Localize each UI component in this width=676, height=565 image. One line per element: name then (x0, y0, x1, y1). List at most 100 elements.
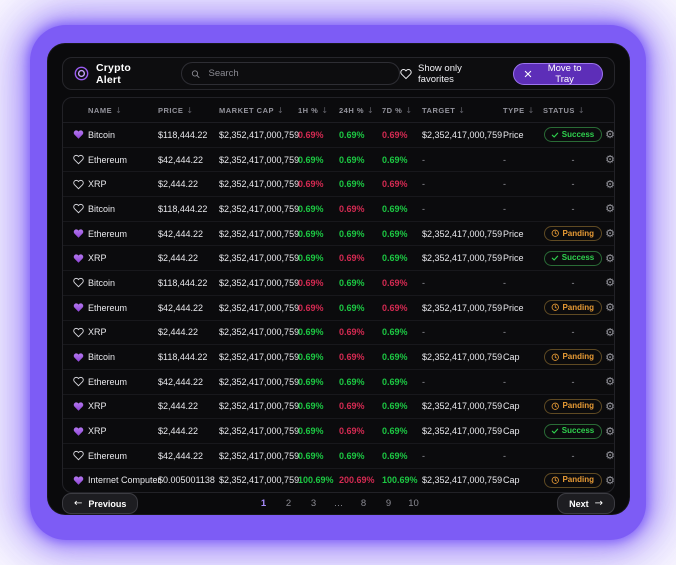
column-label: 7D % (382, 106, 402, 115)
search-bar[interactable] (181, 62, 401, 85)
table-row: Bitcoin $118,444.22 $2,352,417,000,759 0… (63, 271, 614, 296)
row-settings-gear-icon[interactable]: ⚙ (605, 450, 615, 461)
favorite-heart-icon[interactable] (68, 475, 88, 486)
column-header-price[interactable]: PRICE↓ (158, 106, 219, 115)
sort-down-icon: ↓ (115, 106, 122, 115)
previous-page-button[interactable]: ← Previous (62, 493, 138, 514)
favorite-heart-icon[interactable] (68, 129, 88, 140)
heart-filled-icon (73, 253, 84, 264)
row-settings-gear-icon[interactable]: ⚙ (605, 277, 615, 288)
table-row: Ethereum $42,444.22 $2,352,417,000,759 0… (63, 296, 614, 321)
alert-type: - (503, 451, 543, 461)
page-number-9[interactable]: 9 (376, 498, 401, 509)
favorite-heart-icon[interactable] (68, 376, 88, 387)
target-value: $2,352,417,000,759 (422, 130, 503, 140)
table-row: Bitcoin $118,444.22 $2,352,417,000,759 0… (63, 123, 614, 148)
favorite-heart-icon[interactable] (68, 426, 88, 437)
column-header-1h-[interactable]: 1H %↓ (298, 106, 339, 115)
target-value: $2,352,417,000,759 (422, 475, 503, 485)
table-row: Bitcoin $118,444.22 $2,352,417,000,759 0… (63, 197, 614, 222)
favorite-heart-icon[interactable] (68, 352, 88, 363)
target-value: - (422, 204, 503, 214)
change-7d: 0.69% (382, 426, 422, 436)
status-cell: Panding (543, 399, 603, 415)
move-to-tray-button[interactable]: Move to Tray (513, 63, 603, 85)
favorite-heart-icon[interactable] (68, 327, 88, 338)
row-settings-gear-icon[interactable]: ⚙ (605, 129, 615, 140)
alert-type: Cap (503, 426, 543, 436)
row-settings-gear-icon[interactable]: ⚙ (605, 253, 615, 264)
page-number-8[interactable]: 8 (351, 498, 376, 509)
row-settings-gear-icon[interactable]: ⚙ (605, 203, 615, 214)
sort-down-icon: ↓ (528, 106, 535, 115)
row-settings-gear-icon[interactable]: ⚙ (605, 376, 615, 387)
change-24h: 0.69% (339, 204, 382, 214)
page-number-10[interactable]: 10 (401, 498, 426, 509)
row-settings-gear-icon[interactable]: ⚙ (605, 475, 615, 486)
favorite-heart-icon[interactable] (68, 203, 88, 214)
status-label: Success (562, 254, 594, 262)
change-1h: 0.69% (298, 451, 339, 461)
row-settings-gear-icon[interactable]: ⚙ (605, 352, 615, 363)
change-1h: 0.69% (298, 401, 339, 411)
column-header-market-cap[interactable]: MARKET CAP↓ (219, 106, 298, 115)
change-24h: 0.69% (339, 303, 382, 313)
row-settings-gear-icon[interactable]: ⚙ (605, 228, 615, 239)
row-settings-gear-icon[interactable]: ⚙ (605, 327, 615, 338)
coin-price: $42,444.22 (158, 451, 219, 461)
change-7d: 0.69% (382, 303, 422, 313)
search-icon (191, 69, 200, 79)
change-7d: 0.69% (382, 253, 422, 263)
change-7d: 0.69% (382, 401, 422, 411)
arrow-left-icon: ← (74, 498, 82, 509)
page-number-1[interactable]: 1 (251, 498, 276, 509)
change-1h: 0.69% (298, 204, 339, 214)
column-header-status[interactable]: STATUS↓ (543, 106, 603, 115)
market-cap-value: $2,352,417,000,759 (219, 155, 298, 165)
favorite-heart-icon[interactable] (68, 302, 88, 313)
heart-filled-icon (73, 475, 84, 486)
page-number-2[interactable]: 2 (276, 498, 301, 509)
row-settings-gear-icon[interactable]: ⚙ (605, 401, 615, 412)
column-header-24h-[interactable]: 24H %↓ (339, 106, 382, 115)
alert-type: - (503, 278, 543, 288)
row-settings-gear-icon[interactable]: ⚙ (605, 179, 615, 190)
status-empty: - (572, 179, 575, 189)
column-header-target[interactable]: TARGET↓ (422, 106, 503, 115)
change-24h: 0.69% (339, 179, 382, 189)
favorite-heart-icon[interactable] (68, 450, 88, 461)
table-row: Ethereum $42,444.22 $2,352,417,000,759 0… (63, 444, 614, 469)
page-ellipsis: … (326, 498, 351, 509)
favorite-heart-icon[interactable] (68, 401, 88, 412)
column-label: MARKET CAP (219, 106, 274, 115)
favorite-heart-icon[interactable] (68, 154, 88, 165)
change-1h: 0.69% (298, 253, 339, 263)
page-number-3[interactable]: 3 (301, 498, 326, 509)
column-header-7d-[interactable]: 7D %↓ (382, 106, 422, 115)
alert-type: - (503, 155, 543, 165)
alert-type: Cap (503, 401, 543, 411)
search-input[interactable] (207, 67, 391, 80)
favorite-heart-icon[interactable] (68, 228, 88, 239)
column-label: TYPE (503, 106, 525, 115)
show-only-favorites-toggle[interactable]: Show only favorites (400, 63, 500, 85)
row-settings-gear-icon[interactable]: ⚙ (605, 426, 615, 437)
crypto-alert-app-window: Crypto Alert Show only favorites Move to… (47, 43, 630, 515)
target-value: - (422, 155, 503, 165)
heart-outline-icon (73, 179, 84, 190)
favorite-heart-icon[interactable] (68, 277, 88, 288)
row-settings-gear-icon[interactable]: ⚙ (605, 154, 615, 165)
status-empty: - (572, 327, 575, 337)
next-page-button[interactable]: Next → (557, 493, 615, 514)
column-header-name[interactable]: NAME↓ (88, 106, 158, 115)
column-header-type[interactable]: TYPE↓ (503, 106, 543, 115)
row-settings-gear-icon[interactable]: ⚙ (605, 302, 615, 313)
heart-outline-icon (400, 68, 412, 80)
status-label: Panding (562, 353, 594, 361)
heart-filled-icon (73, 352, 84, 363)
check-icon (551, 131, 559, 139)
coin-name: Bitcoin (88, 130, 158, 140)
target-value: $2,352,417,000,759 (422, 401, 503, 411)
favorite-heart-icon[interactable] (68, 253, 88, 264)
favorite-heart-icon[interactable] (68, 179, 88, 190)
